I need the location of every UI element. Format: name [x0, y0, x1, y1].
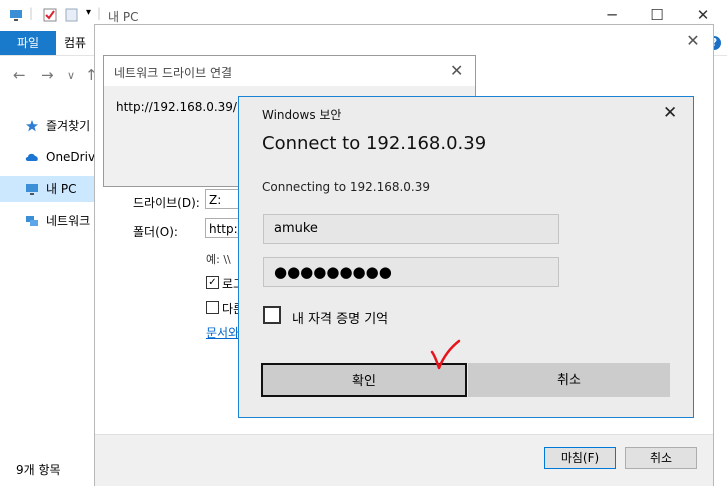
navigation-bar: ← → ∨ ↑ — [0, 56, 100, 92]
star-icon — [26, 120, 38, 132]
cloud-icon — [25, 153, 38, 161]
wizard-cancel-button[interactable]: 취소 — [625, 447, 697, 469]
username-field[interactable]: amuke — [263, 214, 559, 244]
sidebar-item-network[interactable]: 네트워크 — [0, 208, 100, 234]
status-bar: 9개 항목 — [0, 456, 100, 484]
connecting-url: http://192.168.0.39/Ne — [116, 100, 238, 114]
remember-credentials-label: 내 자격 증명 기억 — [292, 312, 389, 327]
reconnect-checkbox[interactable]: ✓ — [206, 276, 219, 289]
connecting-text: Connecting to 192.168.0.39 — [262, 180, 431, 194]
item-count: 9개 항목 — [16, 463, 61, 477]
checkmark-annotation-icon — [430, 339, 461, 370]
password-field[interactable]: ●●●●●●●●● — [263, 257, 559, 287]
separator: | — [29, 6, 34, 20]
computer-icon[interactable] — [9, 8, 23, 22]
sidebar-item-label: 내 PC — [46, 182, 77, 196]
forward-arrow-icon[interactable]: → — [41, 66, 54, 84]
close-icon[interactable]: ✕ — [663, 103, 677, 123]
back-arrow-icon[interactable]: ← — [13, 66, 26, 84]
sidebar-item-onedrive[interactable]: OneDrive — [0, 144, 102, 170]
dialog-title: Windows 보안 — [262, 108, 342, 122]
tab-computer[interactable]: 컴퓨 — [64, 31, 86, 55]
cancel-button[interactable]: 취소 — [468, 363, 670, 397]
connecting-dialog-title: 네트워크 드라이브 연결 — [114, 66, 233, 80]
separator: | — [97, 6, 102, 20]
recent-locations-icon[interactable]: ∨ — [67, 69, 75, 82]
sidebar-item-this-pc[interactable]: 내 PC — [0, 176, 100, 202]
connecting-dialog-titlebar: 네트워크 드라이브 연결 ✕ — [104, 56, 475, 86]
new-folder-icon[interactable] — [65, 8, 79, 22]
network-icon — [26, 216, 38, 226]
pc-icon — [26, 184, 38, 195]
minimize-icon[interactable]: ─ — [597, 5, 627, 25]
folder-example: 예: \\ — [206, 253, 231, 266]
close-icon[interactable]: ✕ — [683, 31, 703, 51]
close-icon[interactable]: ✕ — [688, 5, 718, 25]
window-title: 내 PC — [108, 10, 139, 24]
sidebar-item-favorites[interactable]: 즐겨찾기 — [0, 113, 100, 139]
finish-button[interactable]: 마침(F) — [544, 447, 616, 469]
different-credentials-checkbox[interactable] — [206, 301, 219, 314]
sidebar-item-label: 네트워크 — [46, 214, 91, 228]
drive-label: 드라이브(D): — [133, 196, 200, 210]
sidebar-item-label: 즐겨찾기 — [46, 119, 91, 133]
dialog-heading: Connect to 192.168.0.39 — [262, 133, 487, 154]
maximize-icon[interactable]: ☐ — [642, 5, 672, 25]
navigation-pane: 즐겨찾기 OneDrive 내 PC 네트워크 — [0, 105, 102, 245]
properties-icon[interactable] — [43, 8, 57, 22]
document-link[interactable]: 문서와 — [206, 324, 239, 341]
close-icon[interactable]: ✕ — [450, 61, 463, 80]
tab-file[interactable]: 파일 — [0, 31, 56, 55]
remember-credentials-checkbox[interactable] — [263, 306, 281, 324]
wizard-footer: 마침(F) 취소 — [95, 434, 713, 486]
customize-dropdown-icon[interactable]: ▾ — [86, 7, 91, 18]
windows-security-dialog: Windows 보안 ✕ Connect to 192.168.0.39 Con… — [238, 96, 694, 418]
folder-label: 폴더(O): — [133, 225, 178, 239]
